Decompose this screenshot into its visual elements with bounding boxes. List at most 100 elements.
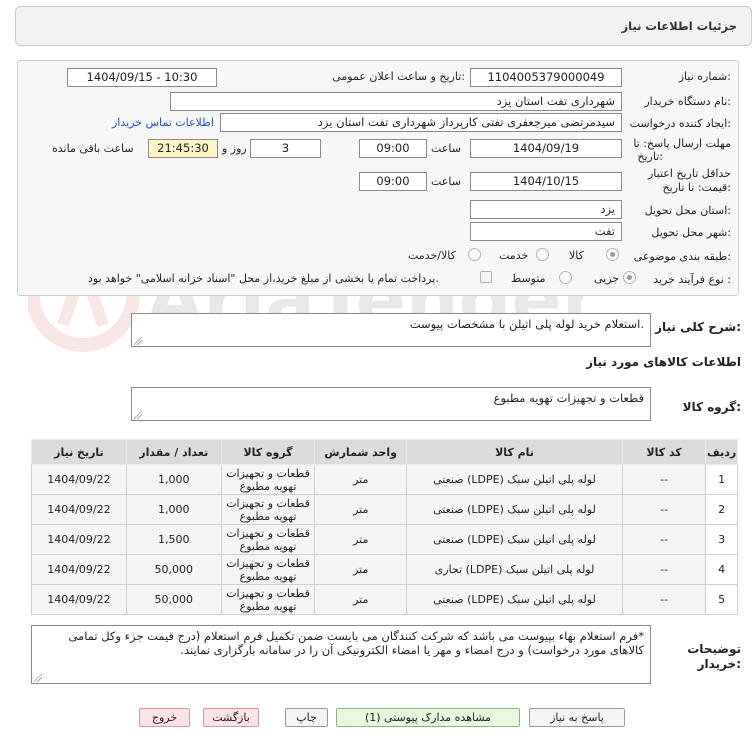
cell-need-date: 1404/09/22 xyxy=(31,524,127,555)
cell-need-date: 1404/09/22 xyxy=(31,494,127,525)
buyer-contact-link[interactable]: اطلاعات تماس خریدار xyxy=(112,116,214,129)
col-quantity: تعداد / مقدار xyxy=(125,439,222,465)
table-row: 1 -- لوله پلی اتیلن سبک (LDPE) صنعتی متر… xyxy=(31,464,738,495)
view-attachments-button[interactable]: مشاهده مدارک پیوستی (1) xyxy=(336,708,520,727)
col-row: ردیف xyxy=(705,439,738,465)
treasury-payment-note: پرداخت تمام یا بخشی از مبلغ خرید،از محل … xyxy=(88,272,439,285)
resize-grip-icon[interactable] xyxy=(134,337,142,345)
buyer-notes-label: توضیحات xyxy=(687,642,741,656)
validity-time-field: 09:00 xyxy=(359,172,427,191)
cell-group: قطعات و تجهیزات تهویه مطبوع xyxy=(220,584,316,615)
cell-unit: متر xyxy=(314,494,408,525)
resize-grip-icon[interactable] xyxy=(34,674,42,682)
request-creator-label: ایجاد کننده درخواست: xyxy=(629,117,731,130)
process-radio-minor[interactable] xyxy=(623,271,636,284)
announce-datetime-field: 1404/09/15 - 10:30 xyxy=(67,68,217,87)
days-remaining-field: 3 xyxy=(250,139,321,158)
summary-textarea: استعلام خرید لوله پلی اتیلن با مشخصات پی… xyxy=(131,313,651,347)
announce-datetime-label: تاریخ و ساعت اعلان عمومی: xyxy=(332,70,465,83)
cell-need-date: 1404/09/22 xyxy=(31,554,127,585)
goods-table-header: ردیف کد کالا نام کالا واحد شمارش گروه کا… xyxy=(31,439,738,465)
process-option-medium: متوسط xyxy=(511,272,546,285)
need-number-field: 1104005379000049 xyxy=(470,68,622,87)
table-row: 5 -- لوله پلی اتیلن سبک (LDPE) صنعتی متر… xyxy=(31,584,738,615)
col-need-date: تاریخ نیاز xyxy=(31,439,127,465)
city-label: شهر محل تحویل: xyxy=(651,226,731,239)
cell-row: 3 xyxy=(705,524,738,555)
goods-table: ردیف کد کالا نام کالا واحد شمارش گروه کا… xyxy=(31,439,738,615)
cell-name: لوله پلی اتیلن سبک (LDPE) تجاری xyxy=(406,554,623,585)
validity-label-date: قیمت: تا تاریخ: xyxy=(662,181,731,194)
goods-group-textarea: قطعات و تجهیزات تهویه مطبوع xyxy=(131,387,651,421)
process-radio-medium[interactable] xyxy=(559,271,572,284)
cell-unit: متر xyxy=(314,584,408,615)
process-type-label: نوع فرآیند خرید : xyxy=(653,273,731,286)
category-radio-goods[interactable] xyxy=(606,248,619,261)
cell-row: 4 xyxy=(705,554,738,585)
cell-quantity: 1,500 xyxy=(125,524,222,555)
cell-name: لوله پلی اتیلن سبک (LDPE) صنعتی xyxy=(406,524,623,555)
cell-need-date: 1404/09/22 xyxy=(31,584,127,615)
deadline-date-field: 1404/09/19 xyxy=(470,139,622,158)
cell-code: -- xyxy=(621,584,707,615)
table-row: 3 -- لوله پلی اتیلن سبک (LDPE) صنعتی متر… xyxy=(31,524,738,555)
province-field: یزد xyxy=(470,200,622,219)
buyer-notes-textarea: *فرم استعلام بهاء بپیوست می باشد که شرکت… xyxy=(31,625,651,684)
cell-unit: متر xyxy=(314,464,408,495)
category-option-goods: کالا xyxy=(569,249,584,262)
buyer-notes-text: *فرم استعلام بهاء بپیوست می باشد که شرکت… xyxy=(68,629,644,657)
buyer-notes-label-2: خریدار: xyxy=(697,657,741,671)
table-row: 2 -- لوله پلی اتیلن سبک (LDPE) صنعتی متر… xyxy=(31,494,738,525)
deadline-label: مهلت ارسال پاسخ: تا xyxy=(633,137,731,150)
summary-label: شرح کلی نیاز: xyxy=(655,320,741,334)
goods-group-text: قطعات و تجهیزات تهویه مطبوع xyxy=(493,391,644,405)
col-name: نام کالا xyxy=(406,439,623,465)
cell-group: قطعات و تجهیزات تهویه مطبوع xyxy=(220,554,316,585)
page-title: جزئیات اطلاعات نیاز xyxy=(621,19,737,33)
cell-name: لوله پلی اتیلن سبک (LDPE) صنعتی xyxy=(406,584,623,615)
back-button[interactable]: بازگشت xyxy=(203,708,259,727)
cell-group: قطعات و تجهیزات تهویه مطبوع xyxy=(220,524,316,555)
validity-label: حداقل تاریخ اعتبار xyxy=(647,167,731,180)
remaining-time-label: ساعت باقی مانده xyxy=(52,142,134,155)
validity-time-label: ساعت xyxy=(431,175,461,188)
category-option-service: خدمت xyxy=(499,249,529,262)
process-option-minor: جزیی xyxy=(594,272,620,285)
remaining-time-field: 21:45:30 xyxy=(148,139,218,158)
cell-code: -- xyxy=(621,494,707,525)
cell-code: -- xyxy=(621,524,707,555)
goods-group-label: گروه کالا: xyxy=(682,400,741,414)
cell-group: قطعات و تجهیزات تهویه مطبوع xyxy=(220,464,316,495)
cell-group: قطعات و تجهیزات تهویه مطبوع xyxy=(220,494,316,525)
col-code: کد کالا xyxy=(621,439,707,465)
cell-code: -- xyxy=(621,554,707,585)
category-radio-goods-service[interactable] xyxy=(468,248,481,261)
goods-section-title: اطلاعات کالاهای مورد نیاز xyxy=(586,355,741,369)
resize-grip-icon[interactable] xyxy=(134,411,142,419)
deadline-time-field: 09:00 xyxy=(359,139,427,158)
col-group: گروه کالا xyxy=(220,439,316,465)
table-row: 4 -- لوله پلی اتیلن سبک (LDPE) تجاری متر… xyxy=(31,554,738,585)
cell-row: 5 xyxy=(705,584,738,615)
page-header: جزئیات اطلاعات نیاز xyxy=(15,6,752,46)
cell-code: -- xyxy=(621,464,707,495)
treasury-payment-checkbox[interactable] xyxy=(480,271,492,283)
deadline-time-label: ساعت xyxy=(431,142,461,155)
category-radio-service[interactable] xyxy=(536,248,549,261)
reply-button[interactable]: پاسخ به نیاز xyxy=(529,708,625,727)
deadline-label-date: تاریخ: xyxy=(637,150,663,163)
cell-name: لوله پلی اتیلن سبک (LDPE) صنعتی xyxy=(406,494,623,525)
cell-quantity: 1,000 xyxy=(125,494,222,525)
print-button[interactable]: چاپ xyxy=(285,708,328,727)
cell-quantity: 1,000 xyxy=(125,464,222,495)
buyer-org-field: شهرداری تفت استان یزد xyxy=(170,92,622,111)
city-field: تفت xyxy=(470,222,622,241)
cell-quantity: 50,000 xyxy=(125,584,222,615)
cell-row: 2 xyxy=(705,494,738,525)
cell-name: لوله پلی اتیلن سبک (LDPE) صنعتی xyxy=(406,464,623,495)
cell-unit: متر xyxy=(314,554,408,585)
col-unit: واحد شمارش xyxy=(314,439,408,465)
exit-button[interactable]: خروج xyxy=(139,708,190,727)
buyer-org-label: نام دستگاه خریدار: xyxy=(644,95,731,108)
summary-text: استعلام خرید لوله پلی اتیلن با مشخصات پی… xyxy=(409,317,644,331)
